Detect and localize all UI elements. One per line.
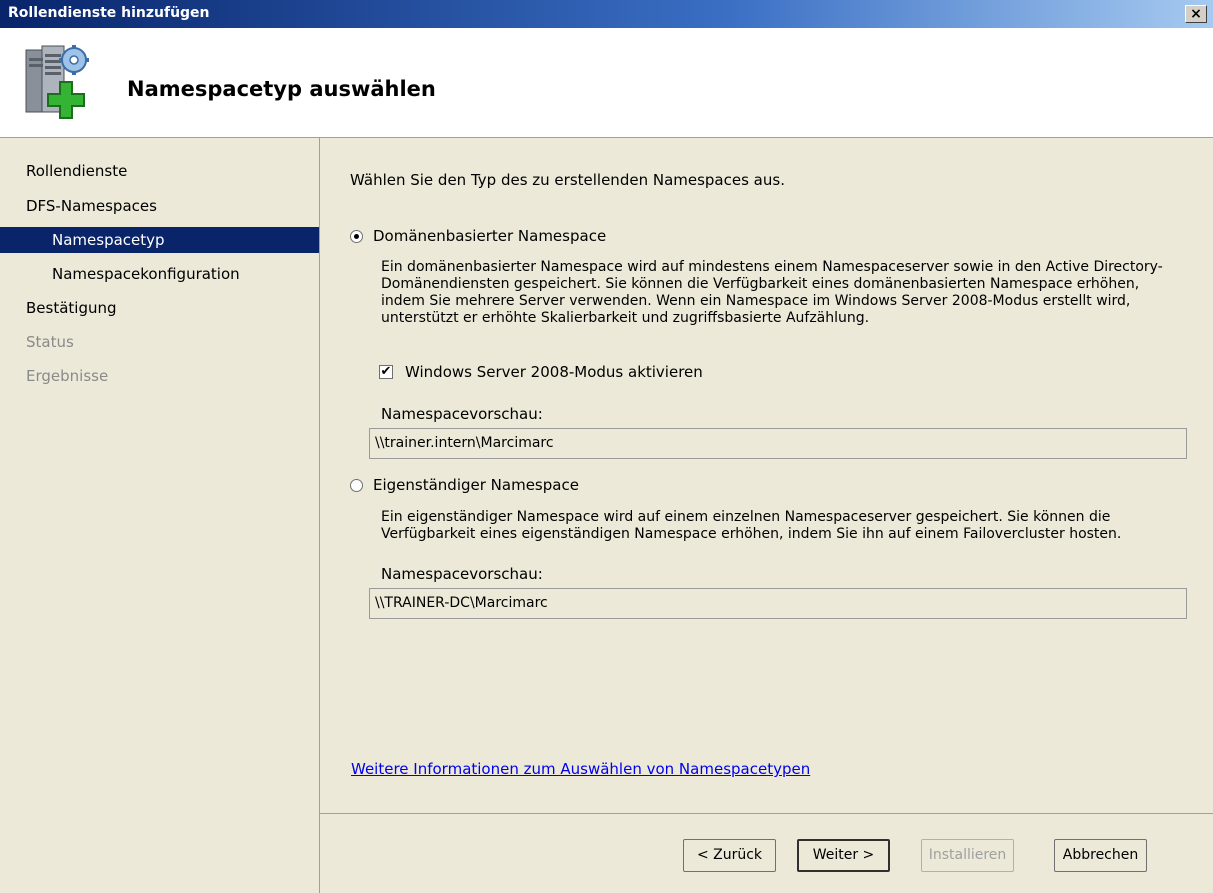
title-bar: Rollendienste hinzufügen ×	[0, 0, 1213, 28]
radio-label-standalone: Eigenständiger Namespace	[373, 476, 579, 494]
wizard-content: Wählen Sie den Typ des zu erstellenden N…	[320, 138, 1213, 813]
checkbox-label: Windows Server 2008-Modus aktivieren	[405, 363, 703, 381]
wizard-header: Namespacetyp auswählen	[0, 28, 1213, 138]
nav-item-bestaetigung[interactable]: Bestätigung	[0, 295, 319, 321]
radio-button-checked[interactable]	[350, 229, 363, 243]
domain-description: Ein domänenbasierter Namespace wird auf …	[381, 259, 1163, 326]
server-add-icon	[25, 45, 89, 119]
nav-item-dfs-namespaces[interactable]: DFS-Namespaces	[0, 193, 319, 219]
nav-item-status: Status	[26, 333, 74, 351]
checkbox-ws2008-mode[interactable]: ✔ Windows Server 2008-Modus aktivieren	[379, 363, 703, 381]
preview-label-standalone: Namespacevorschau:	[381, 565, 543, 583]
preview-field-standalone: \\TRAINER-DC\Marcimarc	[369, 588, 1187, 619]
install-button: Installieren	[921, 839, 1014, 872]
checkbox-checked[interactable]: ✔	[379, 365, 393, 379]
radio-label-domain: Domänenbasierter Namespace	[373, 227, 607, 245]
close-icon: ×	[1190, 6, 1202, 22]
instruction-text: Wählen Sie den Typ des zu erstellenden N…	[350, 171, 785, 189]
page-title: Namespacetyp auswählen	[127, 77, 436, 101]
radio-standalone-namespace[interactable]: Eigenständiger Namespace	[350, 476, 579, 494]
preview-label-domain: Namespacevorschau:	[381, 405, 543, 423]
preview-field-domain: \\trainer.intern\Marcimarc	[369, 428, 1187, 459]
info-link[interactable]: Weitere Informationen zum Auswählen von …	[351, 760, 810, 778]
nav-item-rollendienste[interactable]: Rollendienste	[0, 158, 319, 184]
nav-item-namespacekonfiguration[interactable]: Namespacekonfiguration	[0, 261, 319, 287]
nav-item-namespacetyp[interactable]: Namespacetyp	[0, 227, 319, 253]
standalone-description: Ein eigenständiger Namespace wird auf ei…	[381, 509, 1122, 542]
next-button[interactable]: Weiter >	[797, 839, 890, 872]
close-button[interactable]: ×	[1185, 5, 1207, 23]
wizard-nav: Rollendienste DFS-Namespaces Namespacety…	[0, 138, 320, 893]
radio-domain-namespace[interactable]: Domänenbasierter Namespace	[350, 227, 606, 245]
radio-button-unchecked[interactable]	[350, 478, 363, 492]
button-bar: < Zurück Weiter > Installieren Abbrechen	[320, 813, 1213, 893]
nav-item-ergebnisse: Ergebnisse	[26, 367, 109, 385]
cancel-button[interactable]: Abbrechen	[1054, 839, 1147, 872]
window-title: Rollendienste hinzufügen	[8, 5, 210, 21]
back-button[interactable]: < Zurück	[683, 839, 776, 872]
